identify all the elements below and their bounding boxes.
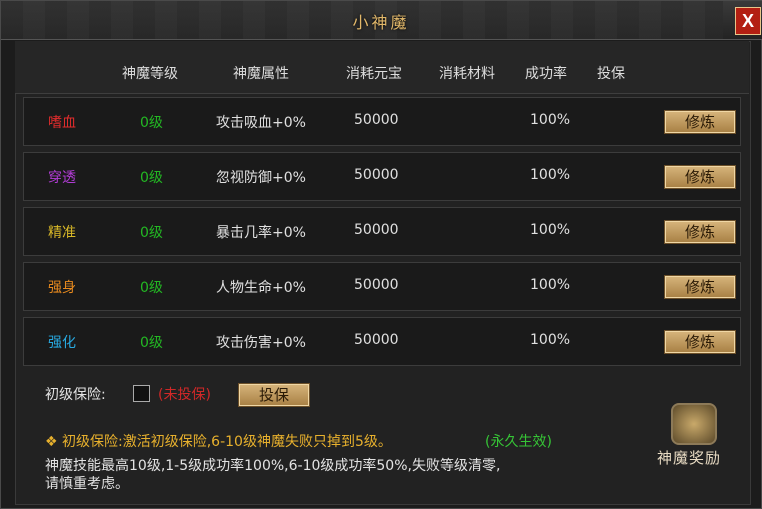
table-row: 精准 0级 暴击几率+0% 50000 100% 修炼 <box>23 207 741 256</box>
row-name: 强身 <box>48 280 76 296</box>
table-row: 嗜血 0级 攻击吸血+0% 50000 100% 修炼 <box>23 97 741 146</box>
row-attr: 忽视防御+0% <box>216 170 306 186</box>
table-row: 强化 0级 攻击伤害+0% 50000 100% 修炼 <box>23 317 741 366</box>
train-button[interactable]: 修炼 <box>664 220 736 244</box>
train-button[interactable]: 修炼 <box>664 165 736 189</box>
row-name: 强化 <box>48 335 76 351</box>
row-level: 0级 <box>140 115 163 131</box>
row-rate: 100% <box>530 112 571 128</box>
train-button[interactable]: 修炼 <box>664 330 736 354</box>
row-level: 0级 <box>140 280 163 296</box>
row-rate: 100% <box>530 277 571 293</box>
row-rate: 100% <box>530 222 571 238</box>
col-insure: 投保 <box>597 66 625 82</box>
table-row: 穿透 0级 忽视防御+0% 50000 100% 修炼 <box>23 152 741 201</box>
close-button[interactable]: X <box>735 7 761 35</box>
train-button[interactable]: 修炼 <box>664 275 736 299</box>
row-attr: 人物生命+0% <box>216 280 306 296</box>
insure-button[interactable]: 投保 <box>238 383 310 407</box>
row-attr: 攻击吸血+0% <box>216 115 306 131</box>
title-bar: 小神魔 X <box>1 1 762 40</box>
row-cost: 50000 <box>354 167 399 183</box>
row-cost: 50000 <box>354 277 399 293</box>
row-level: 0级 <box>140 170 163 186</box>
row-cost: 50000 <box>354 222 399 238</box>
table-row: 强身 0级 人物生命+0% 50000 100% 修炼 <box>23 262 741 311</box>
table-header: 神魔等级 神魔属性 消耗元宝 消耗材料 成功率 投保 <box>15 41 749 94</box>
row-cost: 50000 <box>354 112 399 128</box>
row-cost: 50000 <box>354 332 399 348</box>
row-attr: 暴击几率+0% <box>216 225 306 241</box>
window-title: 小神魔 <box>352 13 410 32</box>
rule-text-2: 请慎重考虑。 <box>45 476 129 492</box>
row-name: 嗜血 <box>48 115 76 131</box>
row-rate: 100% <box>530 332 571 348</box>
row-name: 精准 <box>48 225 76 241</box>
row-rate: 100% <box>530 167 571 183</box>
insurance-note: ❖ 初级保险:激活初级保险,6-10级神魔失败只掉到5级。 <box>45 434 392 450</box>
col-material: 消耗材料 <box>439 66 495 82</box>
row-name: 穿透 <box>48 170 76 186</box>
col-level: 神魔等级 <box>122 66 178 82</box>
insurance-label: 初级保险: <box>45 387 106 403</box>
insurance-status: (未投保) <box>158 387 211 403</box>
insurance-checkbox[interactable] <box>133 385 150 402</box>
col-rate: 成功率 <box>525 66 567 82</box>
row-attr: 攻击伤害+0% <box>216 335 306 351</box>
train-button[interactable]: 修炼 <box>664 110 736 134</box>
rule-text-1: 神魔技能最高10级,1-5级成功率100%,6-10级成功率50%,失败等级清零… <box>45 458 501 474</box>
col-attr: 神魔属性 <box>233 66 289 82</box>
dialog-window: 小神魔 X 神魔等级 神魔属性 消耗元宝 消耗材料 成功率 投保 嗜血 0级 攻… <box>0 0 762 509</box>
col-cost: 消耗元宝 <box>346 66 402 82</box>
footer: 初级保险: (未投保) 投保 ❖ 初级保险:激活初级保险,6-10级神魔失败只掉… <box>23 371 741 499</box>
row-level: 0级 <box>140 335 163 351</box>
treasure-chest-icon[interactable] <box>671 403 717 445</box>
reward-label[interactable]: 神魔奖励 <box>657 447 721 468</box>
row-level: 0级 <box>140 225 163 241</box>
insurance-note-permanent: (永久生效) <box>485 434 552 450</box>
